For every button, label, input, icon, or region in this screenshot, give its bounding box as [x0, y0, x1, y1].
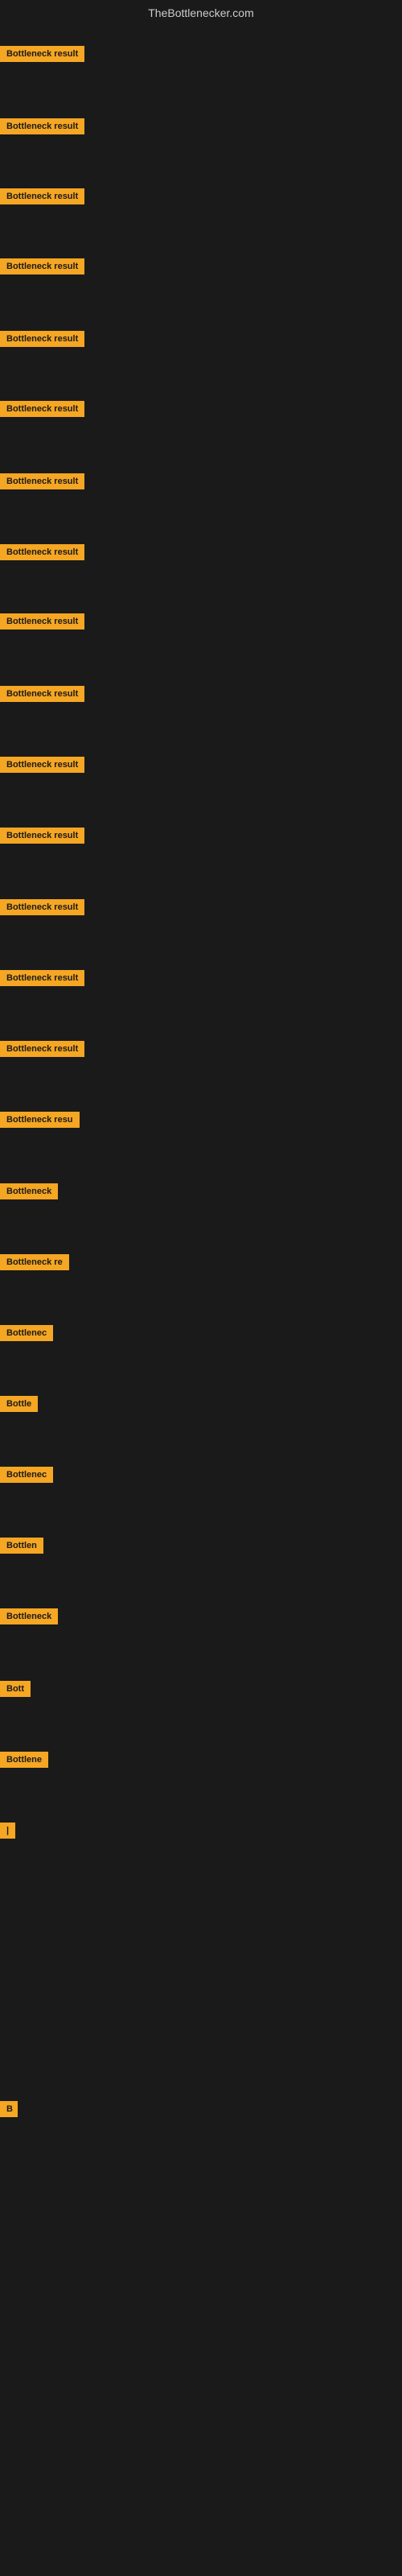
bottleneck-badge-19: Bottlenec — [0, 1325, 53, 1341]
bottleneck-badge-16: Bottleneck resu — [0, 1112, 80, 1128]
bottleneck-item-15: Bottleneck result — [0, 1041, 84, 1061]
bottleneck-badge-22: Bottlen — [0, 1538, 43, 1554]
bottleneck-badge-24: Bott — [0, 1681, 31, 1697]
bottleneck-item-5: Bottleneck result — [0, 331, 84, 351]
bottleneck-badge-18: Bottleneck re — [0, 1254, 69, 1270]
bottleneck-badge-15: Bottleneck result — [0, 1041, 84, 1057]
bottleneck-badge-9: Bottleneck result — [0, 613, 84, 630]
bottleneck-item-21: Bottlenec — [0, 1467, 53, 1487]
bottleneck-item-25: Bottlene — [0, 1752, 48, 1772]
bottleneck-badge-6: Bottleneck result — [0, 401, 84, 417]
bottleneck-item-22: Bottlen — [0, 1538, 43, 1558]
bottleneck-badge-2: Bottleneck result — [0, 118, 84, 134]
bottleneck-badge-11: Bottleneck result — [0, 757, 84, 773]
bottleneck-badge-25: Bottlene — [0, 1752, 48, 1768]
bottleneck-item-4: Bottleneck result — [0, 258, 84, 279]
bottleneck-item-8: Bottleneck result — [0, 544, 84, 564]
bottleneck-badge-27: B — [0, 2101, 18, 2117]
bottleneck-item-27: B — [0, 2101, 18, 2121]
bottleneck-item-19: Bottlenec — [0, 1325, 53, 1345]
bottleneck-badge-23: Bottleneck — [0, 1608, 58, 1624]
bottleneck-badge-20: Bottle — [0, 1396, 38, 1412]
bottleneck-item-12: Bottleneck result — [0, 828, 84, 848]
bottleneck-item-24: Bott — [0, 1681, 31, 1701]
bottleneck-item-17: Bottleneck — [0, 1183, 58, 1203]
bottleneck-badge-12: Bottleneck result — [0, 828, 84, 844]
bottleneck-badge-1: Bottleneck result — [0, 46, 84, 62]
bottleneck-item-7: Bottleneck result — [0, 473, 84, 493]
bottleneck-badge-8: Bottleneck result — [0, 544, 84, 560]
bottleneck-badge-13: Bottleneck result — [0, 899, 84, 915]
bottleneck-item-10: Bottleneck result — [0, 686, 84, 706]
bottleneck-badge-17: Bottleneck — [0, 1183, 58, 1199]
bottleneck-item-23: Bottleneck — [0, 1608, 58, 1629]
bottleneck-item-1: Bottleneck result — [0, 46, 84, 66]
bottleneck-item-9: Bottleneck result — [0, 613, 84, 634]
bottleneck-badge-26: | — [0, 1823, 15, 1839]
site-title: TheBottlenecker.com — [0, 0, 402, 26]
bottleneck-item-6: Bottleneck result — [0, 401, 84, 421]
bottleneck-item-3: Bottleneck result — [0, 188, 84, 208]
bottleneck-item-16: Bottleneck resu — [0, 1112, 80, 1132]
bottleneck-item-2: Bottleneck result — [0, 118, 84, 138]
bottleneck-badge-7: Bottleneck result — [0, 473, 84, 489]
bottleneck-badge-14: Bottleneck result — [0, 970, 84, 986]
bottleneck-badge-3: Bottleneck result — [0, 188, 84, 204]
bottleneck-badge-10: Bottleneck result — [0, 686, 84, 702]
bottleneck-badge-4: Bottleneck result — [0, 258, 84, 275]
bottleneck-item-11: Bottleneck result — [0, 757, 84, 777]
bottleneck-item-18: Bottleneck re — [0, 1254, 69, 1274]
bottleneck-badge-21: Bottlenec — [0, 1467, 53, 1483]
bottleneck-badge-5: Bottleneck result — [0, 331, 84, 347]
bottleneck-item-13: Bottleneck result — [0, 899, 84, 919]
bottleneck-item-14: Bottleneck result — [0, 970, 84, 990]
bottleneck-item-26: | — [0, 1823, 15, 1843]
bottleneck-item-20: Bottle — [0, 1396, 38, 1416]
